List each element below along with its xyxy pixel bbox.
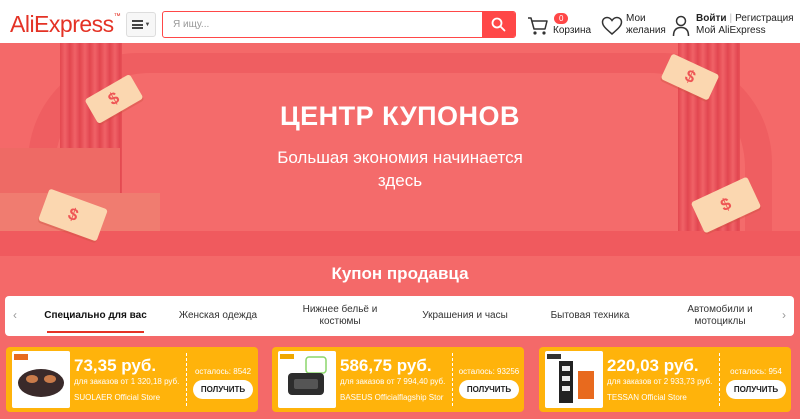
hamburger-icon (131, 20, 143, 29)
tab-womens-clothing[interactable]: Женская одежда (163, 296, 273, 336)
product-image[interactable] (278, 351, 336, 408)
tab-underwear[interactable]: Нижнее бельё и костюмы (290, 296, 390, 336)
tab-jewelry-watches[interactable]: Украшения и часы (410, 296, 520, 336)
search-button[interactable] (482, 12, 515, 37)
coupon-remaining: осталось: 8542 (194, 367, 252, 376)
trademark-mark: ™ (113, 13, 121, 20)
coupon-min-order: для заказов от 2 933,73 руб. (607, 377, 713, 386)
cart-link[interactable]: 0 Корзина (527, 12, 597, 40)
coupon-divider (719, 353, 720, 406)
tab-for-you[interactable]: Специально для вас (33, 296, 158, 336)
tabs-prev-arrow[interactable]: ‹ (13, 308, 17, 322)
caret-down-icon: ▼ (144, 21, 151, 28)
banner-floor (0, 231, 800, 256)
aliexpress-logo[interactable]: AliExpress™ (10, 11, 121, 38)
tab-label: Женская одежда (178, 310, 258, 321)
wishlist-label-line2: желания (626, 25, 666, 36)
wishlist-label-line1: Мои (626, 13, 646, 24)
coupon-card: 220,03 руб. для заказов от 2 933,73 руб.… (539, 347, 791, 412)
get-coupon-button[interactable]: ПОЛУЧИТЬ (726, 380, 786, 399)
divider: | (729, 13, 733, 24)
coupon-store-name[interactable]: BASEUS Officialflagship Stor (340, 393, 443, 402)
categories-menu-button[interactable]: ▼ (126, 12, 156, 37)
banner-subtitle: Большая экономия начинается здесь (250, 146, 550, 192)
coupon-store-name[interactable]: TESSAN Official Store (607, 393, 687, 402)
power-tower-product-image (547, 354, 594, 403)
tab-auto-moto[interactable]: Автомобили и мотоциклы (665, 296, 775, 336)
coupon-card: 586,75 руб. для заказов от 7 994,40 руб.… (272, 347, 524, 412)
login-link[interactable]: Войти (696, 13, 727, 24)
get-coupon-button[interactable]: ПОЛУЧИТЬ (193, 380, 253, 399)
tab-label: Украшения и часы (422, 310, 508, 321)
tabs-next-arrow[interactable]: › (782, 308, 786, 322)
cart-icon (528, 17, 548, 35)
coupon-price: 586,75 руб. (340, 356, 432, 375)
coupon-store-name[interactable]: SUOLAER Official Store (74, 393, 160, 402)
cart-count-badge: 0 (554, 13, 569, 24)
wishlist-label: Мои желания (626, 13, 676, 37)
search-input[interactable] (163, 12, 483, 37)
coupon-price: 220,03 руб. (607, 356, 699, 375)
banner-title: ЦЕНТР КУПОНОВ (279, 101, 521, 131)
auth-links-row: Войти | Регистрация (696, 13, 794, 25)
coupon-center-banner: $ $ $ $ ЦЕНТР КУПОНОВ Большая экономия н… (0, 43, 800, 256)
heart-icon (601, 16, 623, 35)
my-account-link[interactable]: Мой AliExpress (696, 25, 794, 37)
get-coupon-button[interactable]: ПОЛУЧИТЬ (459, 380, 519, 399)
account-area: Войти | Регистрация Мой AliExpress (672, 13, 800, 41)
search-bar (162, 11, 516, 38)
car-charger-product-image (280, 354, 327, 395)
account-links: Войти | Регистрация Мой AliExpress (696, 13, 794, 37)
coupon-remaining: осталось: 954 (730, 367, 782, 376)
tab-label: Бытовая техника (550, 310, 630, 321)
coupon-remaining: осталось: 93256 (458, 367, 520, 376)
coupon-price: 73,35 руб. (74, 356, 157, 375)
logo-text: AliExpress (10, 11, 114, 37)
tab-label: Нижнее бельё и костюмы (302, 304, 378, 327)
register-link[interactable]: Регистрация (735, 13, 793, 24)
coupon-divider (186, 353, 187, 406)
tab-label: Специально для вас (44, 310, 147, 321)
wishlist-link[interactable]: Мои желания (601, 13, 671, 41)
banner-subtitle-line1: Большая экономия начинается (277, 148, 523, 167)
user-icon (672, 15, 690, 37)
coupon-card: 73,35 руб. для заказов от 1 320,18 руб. … (6, 347, 258, 412)
coupon-min-order: для заказов от 1 320,18 руб. (74, 377, 180, 386)
banner-subtitle-line2: здесь (377, 171, 423, 190)
cart-label: Корзина (553, 25, 592, 36)
top-header: AliExpress™ ▼ 0 Корзина Мои желания (0, 0, 800, 48)
tab-home-appliances[interactable]: Бытовая техника (535, 296, 645, 336)
category-tabs: ‹ Специально для вас Женская одежда Нижн… (5, 296, 794, 336)
product-image[interactable] (12, 351, 70, 408)
coupon-divider (452, 353, 453, 406)
product-image[interactable] (545, 351, 603, 408)
tab-label: Автомобили и мотоциклы (687, 304, 753, 327)
section-title: Купон продавца (331, 264, 469, 283)
coupon-min-order: для заказов от 7 994,40 руб. (340, 377, 446, 386)
search-icon (491, 17, 506, 32)
massager-product-image (14, 354, 64, 397)
